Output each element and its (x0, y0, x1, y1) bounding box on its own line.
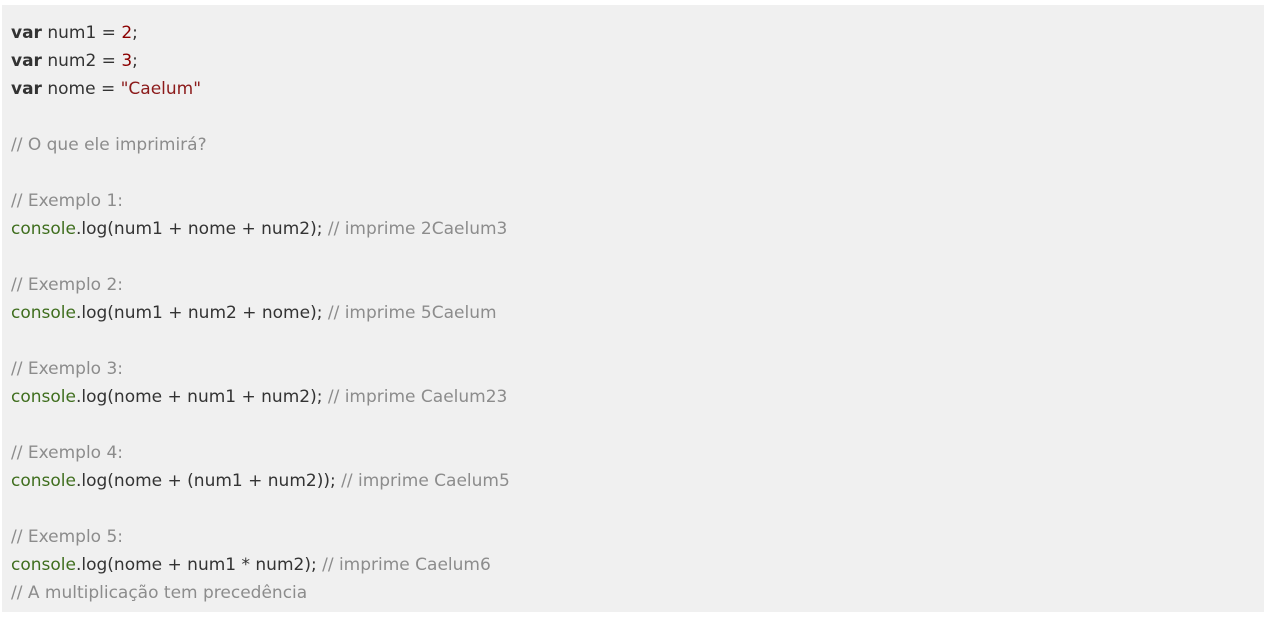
code-line-example-2: console.log(num1 + num2 + nome); // impr… (11, 299, 1255, 327)
code-line-example-1: console.log(num1 + nome + num2); // impr… (11, 215, 1255, 243)
inline-comment: // imprime 2Caelum3 (327, 219, 508, 239)
console-object: console (11, 471, 76, 491)
code-block: var num1 = 2; var num2 = 3; var nome = "… (2, 5, 1264, 612)
code-text: .log(nome + num1 * num2); (75, 555, 323, 575)
comment-example-5: // Exemplo 5: (11, 527, 124, 547)
code-text: num1 = (41, 23, 122, 43)
number-literal: 2 (121, 23, 133, 43)
code-text: .log(num1 + num2 + nome); (75, 303, 328, 323)
inline-comment: // imprime Caelum5 (341, 471, 510, 491)
inline-comment: // imprime Caelum6 (322, 555, 491, 575)
comment-example-3: // Exemplo 3: (11, 359, 124, 379)
code-line-var-num2: var num2 = 3; (11, 47, 1255, 75)
number-literal: 3 (121, 51, 133, 71)
inline-comment: // imprime 5Caelum (327, 303, 497, 323)
code-line-example-3: console.log(nome + num1 + num2); // impr… (11, 383, 1255, 411)
code-line-example-5: console.log(nome + num1 * num2); // impr… (11, 551, 1255, 579)
code-text: .log(nome + num1 + num2); (75, 387, 328, 407)
keyword-var: var (11, 23, 42, 43)
code-line-example-4: console.log(nome + (num1 + num2)); // im… (11, 467, 1255, 495)
comment-example-1: // Exemplo 1: (11, 191, 124, 211)
code-text: .log(nome + (num1 + num2)); (75, 471, 342, 491)
console-object: console (11, 303, 76, 323)
inline-comment: // imprime Caelum23 (327, 387, 508, 407)
comment-precedence-note: // A multiplicação tem precedência (11, 583, 308, 603)
code-text: .log(num1 + nome + num2); (75, 219, 328, 239)
keyword-var: var (11, 51, 42, 71)
console-object: console (11, 387, 76, 407)
code-text: nome = (41, 79, 121, 99)
code-text: num2 = (41, 51, 122, 71)
code-text: ; (132, 23, 138, 43)
console-object: console (11, 219, 76, 239)
code-line-var-num1: var num1 = 2; (11, 19, 1255, 47)
string-literal: "Caelum" (120, 79, 202, 99)
comment-example-4: // Exemplo 4: (11, 443, 124, 463)
code-line-var-nome: var nome = "Caelum" (11, 75, 1255, 103)
keyword-var: var (11, 79, 42, 99)
comment-example-2: // Exemplo 2: (11, 275, 124, 295)
console-object: console (11, 555, 76, 575)
code-text: ; (132, 51, 138, 71)
comment-question: // O que ele imprimirá? (11, 135, 207, 155)
